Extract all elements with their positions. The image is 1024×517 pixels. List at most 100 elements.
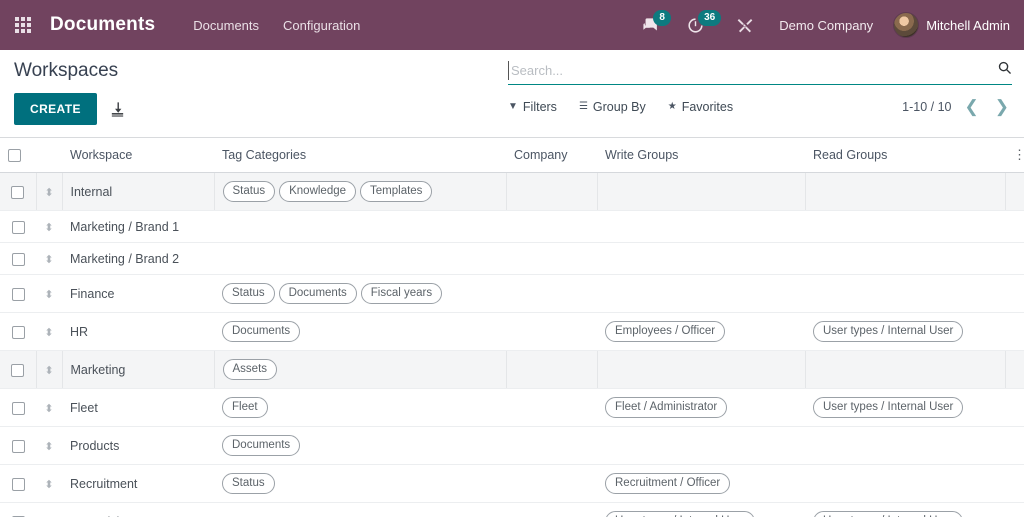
app-brand-title[interactable]: Documents bbox=[50, 14, 155, 36]
cell-options bbox=[1005, 312, 1024, 352]
table-row[interactable]: ⬍ Marketing / Brand 1 bbox=[0, 210, 1024, 244]
row-drag-handle-cell: ⬍ bbox=[36, 312, 62, 352]
control-panel-right: ▼ Filters ☰ Group By ★ Favorites 1-10 / … bbox=[508, 60, 1012, 115]
select-all-checkbox[interactable] bbox=[8, 149, 21, 163]
nav-menu-documents[interactable]: Documents bbox=[181, 12, 271, 39]
drag-handle-icon[interactable]: ⬍ bbox=[44, 403, 53, 415]
chevron-left-icon[interactable]: ❮ bbox=[962, 98, 982, 115]
row-checkbox[interactable] bbox=[11, 220, 25, 234]
cell-write-groups bbox=[597, 426, 805, 466]
row-drag-handle-cell: ⬍ bbox=[36, 242, 62, 276]
table-body: ⬍ Internal Status Knowledge Templates ⬍ Market… bbox=[0, 172, 1024, 517]
drag-handle-icon[interactable]: ⬍ bbox=[45, 187, 54, 199]
cell-company bbox=[506, 242, 597, 276]
cell-company bbox=[506, 502, 597, 517]
drag-handle-icon[interactable]: ⬍ bbox=[44, 479, 53, 491]
chevron-right-icon[interactable]: ❯ bbox=[992, 98, 1012, 115]
drag-handle-icon[interactable]: ⬍ bbox=[44, 289, 53, 301]
cell-read-groups bbox=[805, 274, 1005, 314]
cell-tag-categories: Fleet bbox=[214, 388, 506, 428]
row-select-cell bbox=[0, 210, 36, 244]
nav-menu-configuration[interactable]: Configuration bbox=[271, 12, 372, 39]
star-icon: ★ bbox=[667, 101, 677, 112]
tag-chip: User types / Internal User bbox=[605, 511, 756, 517]
table-row[interactable]: ⬍ Internal Status Knowledge Templates bbox=[0, 172, 1024, 212]
row-checkbox[interactable] bbox=[11, 477, 25, 491]
activities-button[interactable]: 36 bbox=[683, 10, 725, 36]
vertical-dots-icon[interactable]: ⋮ bbox=[1013, 147, 1024, 162]
search-input[interactable] bbox=[508, 60, 991, 80]
cell-options bbox=[1005, 464, 1024, 504]
row-checkbox[interactable] bbox=[11, 401, 25, 415]
cell-workspace: Internal bbox=[62, 172, 215, 212]
column-header-tag-categories[interactable]: Tag Categories bbox=[214, 138, 506, 174]
debug-tools-button[interactable] bbox=[733, 15, 757, 35]
row-select-cell bbox=[0, 388, 36, 428]
drag-handle-icon[interactable]: ⬍ bbox=[44, 222, 53, 234]
row-drag-handle-cell: ⬍ bbox=[36, 388, 62, 428]
cell-tag-categories bbox=[214, 502, 506, 517]
row-checkbox[interactable] bbox=[11, 363, 25, 377]
cell-read-groups bbox=[805, 426, 1005, 466]
cell-write-groups: Fleet / Administrator bbox=[597, 388, 805, 428]
control-panel: Workspaces CREATE ▼ bbox=[0, 50, 1024, 138]
tag-chip: Fleet bbox=[222, 397, 268, 419]
cell-read-groups: User types / Internal User bbox=[805, 312, 1005, 352]
create-button[interactable]: CREATE bbox=[14, 93, 97, 125]
drag-handle-icon[interactable]: ⬍ bbox=[44, 327, 53, 339]
column-header-company[interactable]: Company bbox=[506, 138, 597, 174]
activities-count-badge: 36 bbox=[698, 10, 722, 26]
cell-tag-categories: Documents bbox=[214, 426, 506, 466]
page-title: Workspaces bbox=[14, 60, 119, 81]
cell-read-groups bbox=[805, 242, 1005, 276]
company-switcher[interactable]: Demo Company bbox=[779, 18, 873, 33]
table-row[interactable]: ⬍ Marketing / Brand 2 bbox=[0, 242, 1024, 276]
table-row[interactable]: ⬍ Products Documents bbox=[0, 426, 1024, 466]
row-checkbox[interactable] bbox=[11, 439, 25, 453]
cell-write-groups bbox=[597, 274, 805, 314]
cell-tag-categories: Documents bbox=[214, 312, 506, 352]
tag-chip: Employees / Officer bbox=[605, 321, 726, 343]
cell-workspace: Finance bbox=[62, 274, 214, 314]
drag-handle-icon[interactable]: ⬍ bbox=[44, 254, 53, 266]
row-drag-handle-cell: ⬍ bbox=[36, 426, 62, 466]
user-menu[interactable]: Mitchell Admin bbox=[893, 12, 1010, 38]
table-row[interactable]: ⬍ Fleet Fleet Fleet / Administrator User typ… bbox=[0, 388, 1024, 428]
drag-handle-icon[interactable]: ⬍ bbox=[45, 365, 54, 377]
row-checkbox[interactable] bbox=[11, 325, 25, 339]
table-row[interactable]: ⬍Spreadsheet User types / Internal User Us… bbox=[0, 502, 1024, 517]
column-header-workspace[interactable]: Workspace bbox=[62, 138, 214, 174]
user-name-label: Mitchell Admin bbox=[926, 17, 1010, 33]
cell-workspace: Products bbox=[62, 426, 214, 466]
cell-write-groups: Employees / Officer bbox=[597, 312, 805, 352]
group-by-dropdown[interactable]: ☰ Group By bbox=[579, 100, 646, 114]
tag-chip: Documents bbox=[222, 435, 301, 457]
cell-read-groups bbox=[805, 210, 1005, 244]
column-header-write-groups[interactable]: Write Groups bbox=[597, 138, 805, 174]
row-select-cell bbox=[0, 172, 37, 212]
tag-chip: Fleet / Administrator bbox=[605, 397, 728, 419]
table-row[interactable]: ⬍ HR Documents Employees / Officer User type… bbox=[0, 312, 1024, 352]
row-checkbox[interactable] bbox=[11, 252, 25, 266]
row-checkbox[interactable] bbox=[11, 185, 25, 199]
table-head: Workspace Tag Categories Company Write G… bbox=[0, 138, 1024, 174]
cell-read-groups bbox=[805, 172, 1006, 212]
control-panel-left: Workspaces CREATE bbox=[14, 60, 126, 125]
column-header-read-groups[interactable]: Read Groups bbox=[805, 138, 1005, 174]
table-row[interactable]: ⬍ Marketing Assets bbox=[0, 350, 1024, 390]
search-icon[interactable] bbox=[991, 60, 1012, 80]
drag-handle-icon[interactable]: ⬍ bbox=[44, 441, 53, 453]
row-drag-handle-cell: ⬍ bbox=[36, 350, 63, 390]
table-row[interactable]: ⬍ Finance Status Documents Fiscal years bbox=[0, 274, 1024, 314]
table-row[interactable]: ⬍ Recruitment Status Recruitment / Officer bbox=[0, 464, 1024, 504]
cell-company bbox=[506, 388, 597, 428]
cell-read-groups: User types / Internal User bbox=[805, 388, 1005, 428]
tag-chip: Knowledge bbox=[279, 181, 357, 203]
favorites-dropdown[interactable]: ★ Favorites bbox=[668, 100, 733, 114]
filters-dropdown[interactable]: ▼ Filters bbox=[508, 100, 557, 114]
tag-chip: Assets bbox=[222, 359, 278, 381]
upload-download-icon[interactable] bbox=[109, 101, 126, 118]
messages-button[interactable]: 8 bbox=[638, 10, 675, 36]
row-checkbox[interactable] bbox=[11, 287, 25, 301]
apps-grid-icon[interactable] bbox=[6, 8, 40, 42]
